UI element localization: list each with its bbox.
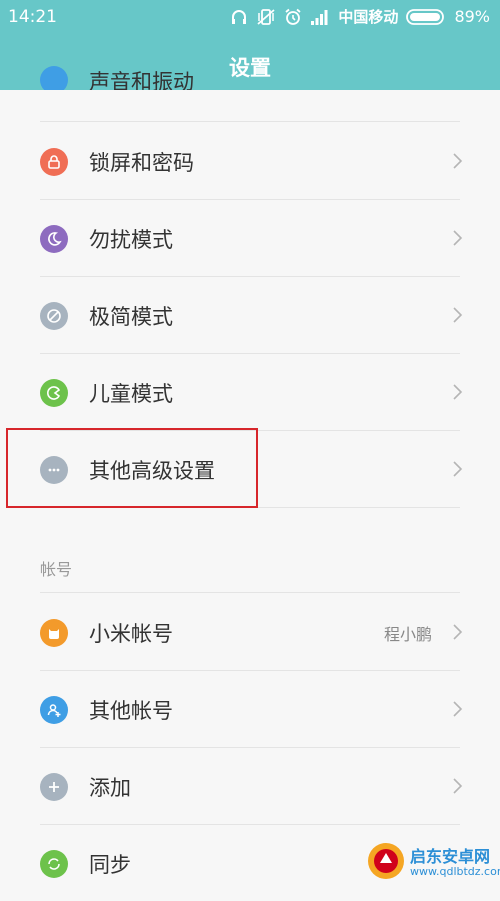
- chevron-right-icon: [453, 384, 463, 400]
- highlight-annotation: [6, 428, 258, 508]
- plus-icon: [40, 773, 68, 801]
- user-add-icon: [40, 696, 68, 724]
- list-item-label: 其他帐号: [89, 699, 173, 723]
- list-item-label: 同步: [89, 853, 131, 877]
- list-item-do-not-disturb[interactable]: 勿扰模式: [0, 199, 500, 276]
- list-item-kid-mode[interactable]: 儿童模式: [0, 353, 500, 430]
- sync-icon: [40, 850, 68, 878]
- list-item-label: 添加: [89, 776, 131, 800]
- list-item-minimal-mode[interactable]: 极简模式: [0, 276, 500, 353]
- chevron-right-icon: [453, 778, 463, 794]
- list-item-add[interactable]: 添加: [0, 747, 500, 824]
- watermark-name: 启东安卓网: [410, 847, 491, 866]
- list-item-label: 小米帐号: [89, 622, 173, 646]
- chevron-right-icon: [453, 461, 463, 477]
- watermark-logo-icon: [368, 843, 404, 879]
- moon-icon: [40, 225, 68, 253]
- list-item-other-accounts[interactable]: 其他帐号: [0, 670, 500, 747]
- header-overlay: [0, 0, 500, 90]
- watermark-url: www.qdlbtdz.com: [410, 865, 500, 878]
- mi-icon: [40, 619, 68, 647]
- list-item-label: 儿童模式: [89, 382, 173, 406]
- list-item-lock-screen[interactable]: 锁屏和密码: [0, 122, 500, 199]
- list-item-mi-account[interactable]: 小米帐号 程小鹏: [0, 593, 500, 670]
- chevron-right-icon: [453, 624, 463, 640]
- list-item-label: 极简模式: [89, 305, 173, 329]
- account-name: 程小鹏: [383, 625, 432, 644]
- list-item-label: 锁屏和密码: [89, 151, 194, 175]
- compass-icon: [40, 302, 68, 330]
- section-header-account: 帐号: [40, 560, 73, 579]
- chevron-right-icon: [453, 153, 463, 169]
- chevron-right-icon: [453, 307, 463, 323]
- lock-icon: [40, 148, 68, 176]
- chevron-right-icon: [453, 701, 463, 717]
- kid-icon: [40, 379, 68, 407]
- list-item-label: 勿扰模式: [89, 228, 173, 252]
- chevron-right-icon: [453, 230, 463, 246]
- watermark: 启东安卓网 www.qdlbtdz.com: [366, 837, 500, 885]
